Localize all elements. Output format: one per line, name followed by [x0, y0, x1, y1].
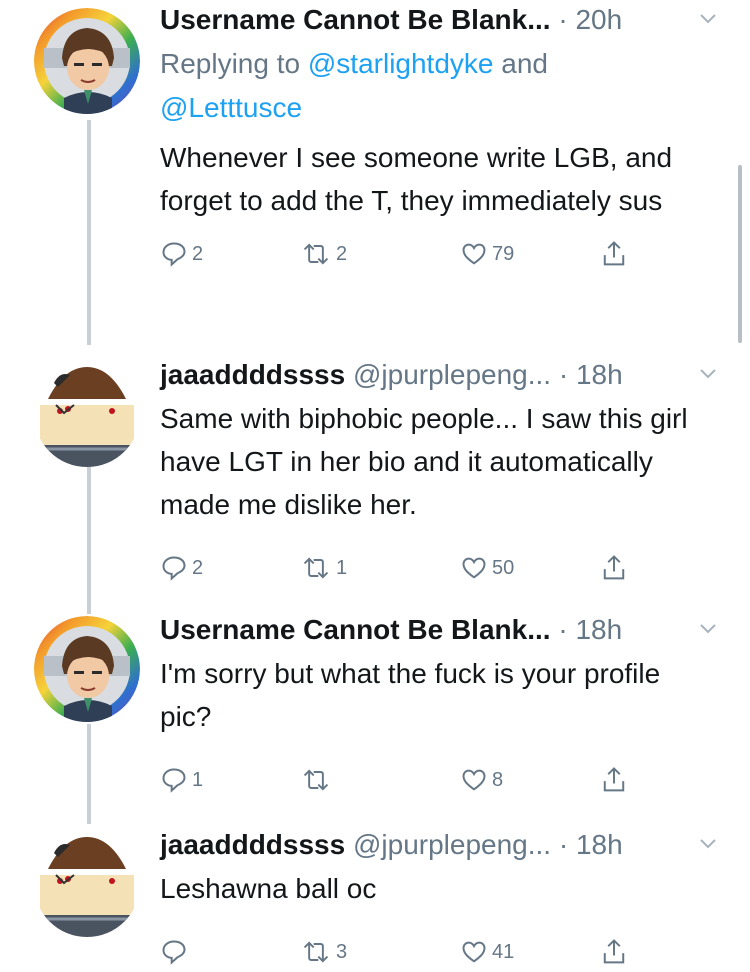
reply-button[interactable]: 2 [160, 548, 203, 588]
tweet[interactable]: Username Cannot Be Blank... · 20h Replyi… [0, 0, 750, 335]
mention-link[interactable]: @starlightdyke [308, 48, 494, 79]
like-count: 8 [492, 768, 504, 791]
display-name[interactable]: jaaaddddssss [160, 359, 345, 390]
tweet[interactable]: jaaaddddssss @jpurplepeng... · 18h Lesha… [0, 825, 750, 967]
reply-button[interactable]: 1 [160, 760, 203, 800]
timestamp[interactable]: · 20h [558, 4, 622, 35]
chevron-down-icon[interactable] [696, 831, 720, 855]
chevron-down-icon[interactable] [696, 616, 720, 640]
reply-count: 2 [192, 242, 204, 265]
tweet-header: jaaaddddssss @jpurplepeng... · 18h [160, 825, 720, 865]
retweet-icon [303, 941, 329, 963]
user-handle[interactable]: @jpurplepeng... [353, 359, 551, 390]
like-button[interactable]: 8 [460, 760, 503, 800]
tweet-actions: 2 2 79 [160, 234, 720, 274]
reply-button[interactable]: 2 [160, 234, 203, 274]
share-icon [603, 555, 625, 580]
share-icon [603, 241, 625, 266]
tweet-header: Username Cannot Be Blank... · 18h [160, 610, 720, 650]
share-icon [603, 939, 625, 964]
reply-button[interactable] [160, 932, 192, 972]
reply-icon [162, 940, 186, 965]
scrollbar[interactable] [738, 165, 742, 343]
display-name[interactable]: Username Cannot Be Blank... [160, 4, 551, 35]
reply-icon [162, 242, 186, 267]
tweet-actions: 2 1 50 [160, 548, 720, 588]
heart-icon [462, 769, 486, 791]
retweet-count: 3 [336, 940, 348, 963]
like-button[interactable]: 79 [460, 234, 514, 274]
reply-icon [162, 556, 186, 581]
like-count: 41 [492, 940, 515, 963]
reply-count: 1 [192, 768, 204, 791]
timestamp[interactable]: · 18h [559, 829, 623, 860]
retweet-button[interactable]: 1 [300, 548, 347, 588]
tweet[interactable]: jaaaddddssss @jpurplepeng... · 18h Same … [0, 355, 750, 605]
share-button[interactable] [600, 234, 628, 274]
like-button[interactable]: 50 [460, 548, 514, 588]
reply-and: and [493, 48, 548, 79]
conversation-thread: Username Cannot Be Blank... · 20h Replyi… [0, 0, 750, 967]
reply-icon [162, 768, 186, 793]
like-count: 50 [492, 556, 515, 579]
tweet-header: jaaaddddssss @jpurplepeng... · 18h [160, 355, 720, 395]
display-name[interactable]: jaaaddddssss [160, 829, 345, 860]
user-handle[interactable]: @jpurplepeng... [353, 829, 551, 860]
avatar[interactable] [34, 8, 140, 114]
share-button[interactable] [600, 932, 628, 972]
share-icon [603, 767, 625, 792]
retweet-icon [303, 769, 329, 791]
reply-prefix: Replying to [160, 48, 308, 79]
retweet-count: 1 [336, 556, 348, 579]
tweet[interactable]: Username Cannot Be Blank... · 18h I'm so… [0, 610, 750, 810]
chevron-down-icon[interactable] [696, 361, 720, 385]
like-button[interactable]: 41 [460, 932, 514, 972]
avatar[interactable] [34, 616, 140, 722]
share-button[interactable] [600, 548, 628, 588]
tweet-text: Same with biphobic people... I saw this … [160, 403, 688, 520]
tweet-actions: 1 8 [160, 760, 720, 800]
heart-icon [462, 557, 486, 579]
heart-icon [462, 243, 486, 265]
retweet-icon [303, 557, 329, 579]
like-count: 79 [492, 242, 515, 265]
tweet-actions: 3 41 [160, 932, 720, 972]
heart-icon [462, 941, 486, 963]
share-button[interactable] [600, 760, 628, 800]
reply-count: 2 [192, 556, 204, 579]
reply-context: Replying to @starlightdyke and @Letttusc… [160, 42, 720, 130]
retweet-button[interactable] [300, 760, 336, 800]
mention-link[interactable]: @Letttusce [160, 92, 302, 123]
avatar[interactable] [34, 361, 140, 467]
timestamp[interactable]: · 18h [559, 359, 623, 390]
retweet-icon [303, 243, 329, 265]
retweet-button[interactable]: 3 [300, 932, 347, 972]
timestamp[interactable]: · 18h [558, 614, 622, 645]
tweet-header: Username Cannot Be Blank... · 20h [160, 0, 720, 40]
tweet-text: I'm sorry but what the fuck is your prof… [160, 658, 661, 732]
retweet-count: 2 [336, 242, 348, 265]
retweet-button[interactable]: 2 [300, 234, 347, 274]
tweet-text: Leshawna ball oc [160, 873, 377, 904]
display-name[interactable]: Username Cannot Be Blank... [160, 614, 551, 645]
tweet-text: Whenever I see someone write LGB, and fo… [160, 142, 673, 216]
avatar[interactable] [34, 831, 140, 937]
chevron-down-icon[interactable] [696, 6, 720, 30]
